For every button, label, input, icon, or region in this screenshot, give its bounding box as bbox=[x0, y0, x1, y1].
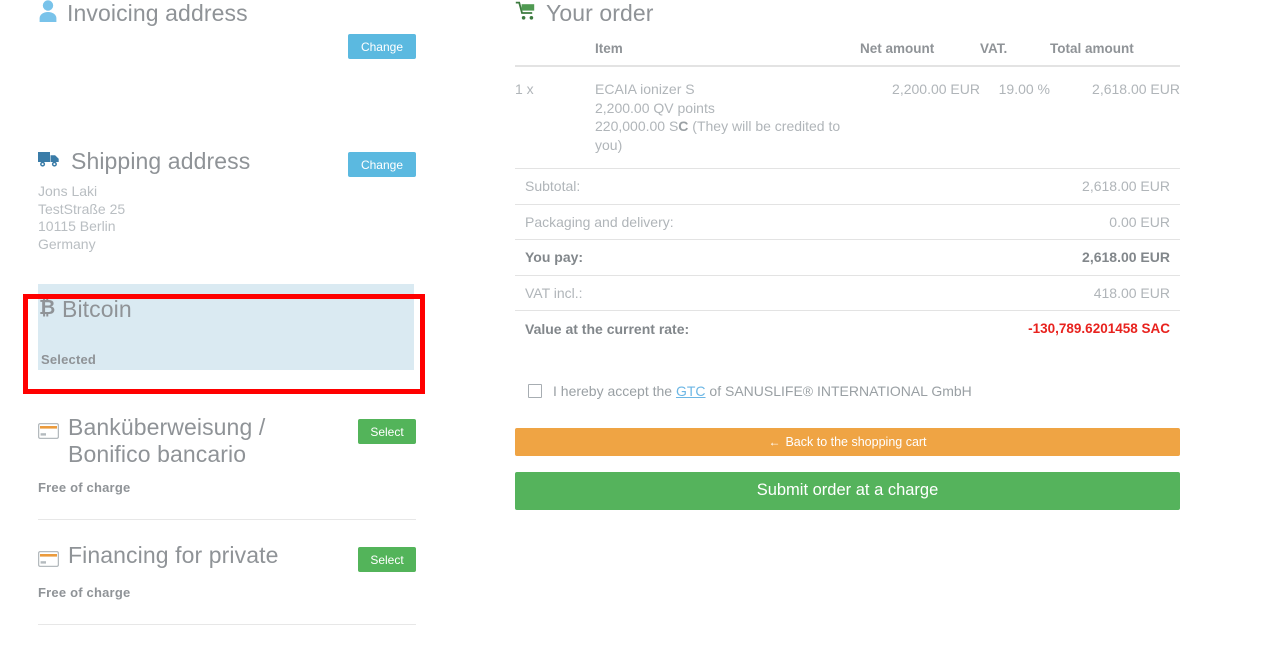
totals-value: 2,618.00 EUR bbox=[1082, 178, 1170, 195]
terms-acceptance-row: I hereby accept the GTC of SANUSLIFE® IN… bbox=[515, 381, 1180, 401]
invoicing-address-header: Invoicing address bbox=[38, 0, 416, 28]
order-item-vat: 19.00 % bbox=[998, 81, 1050, 97]
order-items-table: Item Net amount VAT. Total amount 1 x EC… bbox=[515, 41, 1180, 168]
column-header-net: Net amount bbox=[860, 41, 980, 67]
credit-card-icon bbox=[37, 418, 60, 445]
payment-method-bitcoin-title: Bitcoin bbox=[62, 296, 132, 322]
shipping-address-section: Shipping address Change Jons Laki TestSt… bbox=[38, 148, 416, 253]
payment-method-financing-select-button[interactable]: Select bbox=[358, 547, 416, 572]
shipping-address-header: Shipping address bbox=[38, 148, 250, 175]
address-line: Jons Laki bbox=[38, 183, 98, 199]
column-header-vat: VAT. bbox=[980, 41, 1050, 67]
address-line: 10115 Berlin bbox=[38, 218, 116, 234]
order-item-name: ECAIA ionizer S bbox=[595, 81, 695, 97]
address-line: Germany bbox=[38, 235, 96, 252]
totals-row-packaging: Packaging and delivery: 0.00 EUR bbox=[515, 205, 1180, 240]
payment-method-bank-transfer-title: Banküberweisung / Bonifico bancario bbox=[68, 414, 266, 467]
order-item-qv-points: 2,200.00 QV points bbox=[595, 99, 715, 116]
divider bbox=[38, 624, 416, 625]
checkout-page: Invoicing address Change Shipping addres… bbox=[0, 0, 1268, 667]
submit-order-label: Submit order at a charge bbox=[756, 481, 939, 499]
shipping-change-button[interactable]: Change bbox=[348, 152, 416, 177]
totals-value: 0.00 EUR bbox=[1109, 213, 1170, 230]
order-item-description: ECAIA ionizer S 2,200.00 QV points 220,0… bbox=[595, 66, 860, 168]
column-header-item: Item bbox=[595, 41, 860, 67]
payment-method-financing-note: Free of charge bbox=[38, 585, 131, 600]
payment-methods-list: ₿ Bitcoin Selected Banküberweisung / Bon… bbox=[23, 284, 425, 625]
column-header-qty bbox=[515, 41, 595, 67]
order-item-qty: 1 x bbox=[515, 81, 534, 97]
order-item-net: 2,200.00 EUR bbox=[892, 81, 980, 97]
payment-method-bank-transfer-header: Banküberweisung / Bonifico bancario bbox=[37, 414, 338, 468]
totals-row-subtotal: Subtotal: 2,618.00 EUR bbox=[515, 169, 1180, 205]
terms-text: I hereby accept the GTC of SANUSLIFE® IN… bbox=[553, 383, 972, 399]
back-to-cart-label: Back to the shopping cart bbox=[785, 434, 927, 449]
payment-method-bitcoin-panel[interactable]: ₿ Bitcoin Selected bbox=[38, 284, 414, 370]
terms-checkbox[interactable] bbox=[528, 383, 542, 398]
order-item-total: 2,618.00 EUR bbox=[1092, 81, 1180, 97]
payment-method-financing-header-row: Financing for private Select bbox=[37, 542, 416, 573]
payment-method-bank-transfer-note: Free of charge bbox=[38, 480, 131, 495]
payment-method-bitcoin-state: Selected bbox=[41, 352, 97, 367]
credit-card-icon bbox=[37, 546, 60, 573]
shipping-address-title: Shipping address bbox=[71, 148, 251, 174]
order-summary-header: Your order bbox=[515, 0, 1180, 27]
totals-row-current-rate: Value at the current rate: -130,789.6201… bbox=[515, 311, 1180, 347]
submit-order-button[interactable]: Submit order at a charge bbox=[515, 471, 1180, 510]
order-summary-column: Your order Item Net amount VAT. Total am… bbox=[515, 0, 1180, 510]
totals-value: 418.00 EUR bbox=[1093, 284, 1170, 301]
invoicing-address-title: Invoicing address bbox=[67, 0, 248, 26]
invoicing-change-button[interactable]: Change bbox=[348, 34, 416, 59]
order-item-sc-credit: 220,000.00 SC (They will be credited to … bbox=[595, 117, 860, 154]
address-line: TestStraße 25 bbox=[38, 200, 126, 217]
gtc-link[interactable]: GTC bbox=[676, 383, 706, 399]
arrow-left-icon: ← bbox=[768, 434, 781, 449]
order-totals: Subtotal: 2,618.00 EUR Packaging and del… bbox=[515, 168, 1180, 347]
payment-method-bank-transfer-header-row: Banküberweisung / Bonifico bancario Sele… bbox=[37, 414, 416, 468]
totals-row-you-pay: You pay: 2,618.00 EUR bbox=[515, 240, 1180, 276]
svg-text:₿: ₿ bbox=[39, 297, 55, 318]
shopping-cart-icon bbox=[515, 0, 537, 27]
totals-value: 2,618.00 EUR bbox=[1082, 249, 1170, 266]
order-table-header-row: Item Net amount VAT. Total amount bbox=[515, 41, 1180, 67]
payment-method-financing-title: Financing for private bbox=[68, 542, 279, 568]
totals-label: VAT incl.: bbox=[525, 284, 583, 301]
divider bbox=[38, 519, 416, 520]
shipping-address-lines: Jons Laki TestStraße 25 10115 Berlin Ger… bbox=[38, 183, 416, 253]
payment-method-bank-transfer[interactable]: Banküberweisung / Bonifico bancario Sele… bbox=[37, 414, 416, 520]
payment-method-financing[interactable]: Financing for private Select Free of cha… bbox=[37, 542, 416, 625]
invoicing-address-section: Invoicing address Change bbox=[38, 0, 416, 59]
bitcoin-icon: ₿ bbox=[39, 296, 56, 324]
current-rate-value: -130,789.6201458 SAC bbox=[1028, 321, 1170, 337]
payment-method-bitcoin[interactable]: ₿ Bitcoin Selected bbox=[23, 284, 425, 396]
totals-label: Packaging and delivery: bbox=[525, 213, 674, 230]
current-rate-label: Value at the current rate: bbox=[525, 320, 690, 337]
totals-label: You pay: bbox=[525, 249, 584, 266]
back-to-cart-button[interactable]: ← Back to the shopping cart bbox=[515, 427, 1180, 456]
payment-method-bitcoin-header: ₿ Bitcoin bbox=[38, 296, 414, 324]
shipping-address-header-row: Shipping address Change bbox=[38, 148, 416, 177]
payment-method-bank-transfer-select-button[interactable]: Select bbox=[358, 419, 416, 444]
terms-text-after: of SANUSLIFE® INTERNATIONAL GmbH bbox=[705, 382, 972, 399]
order-summary-title: Your order bbox=[546, 0, 654, 26]
sc-amount: 220,000.00 S bbox=[595, 118, 679, 134]
column-header-total: Total amount bbox=[1050, 41, 1180, 67]
totals-row-vat: VAT incl.: 418.00 EUR bbox=[515, 276, 1180, 311]
payment-method-financing-header: Financing for private bbox=[37, 542, 338, 573]
totals-label: Subtotal: bbox=[525, 178, 581, 195]
user-icon bbox=[38, 0, 58, 28]
table-row: 1 x ECAIA ionizer S 2,200.00 QV points 2… bbox=[515, 66, 1180, 168]
truck-icon bbox=[38, 148, 62, 175]
sc-currency-symbol: C bbox=[678, 118, 689, 134]
terms-text-before: I hereby accept the bbox=[553, 382, 676, 399]
